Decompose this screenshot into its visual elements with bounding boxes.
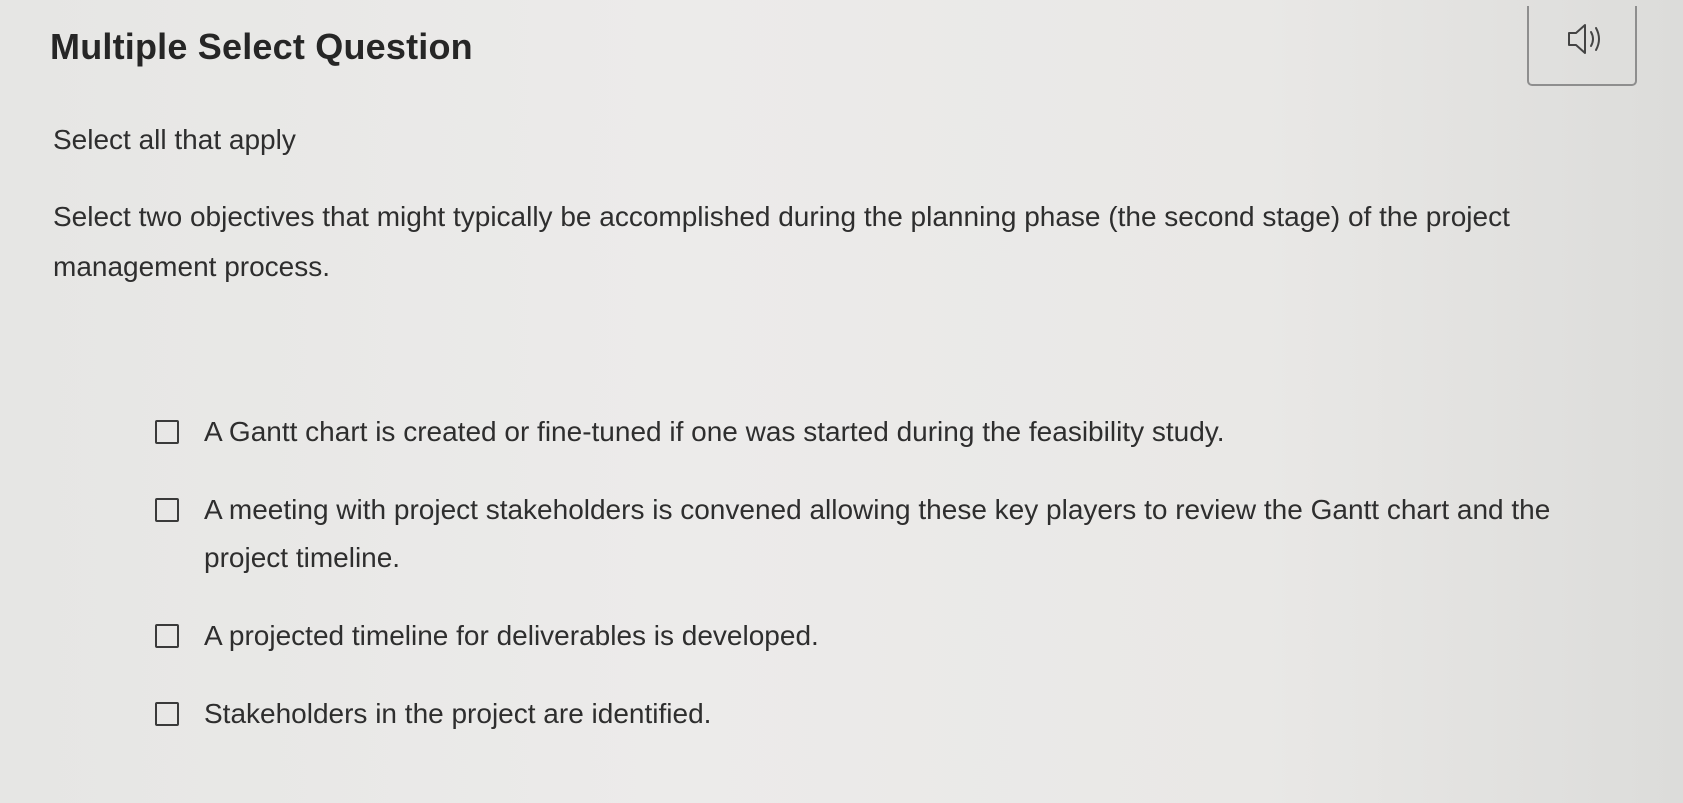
read-aloud-button[interactable]	[1527, 6, 1637, 86]
answer-option-label[interactable]: A Gantt chart is created or fine-tuned i…	[204, 408, 1224, 456]
answer-option-label[interactable]: Stakeholders in the project are identifi…	[204, 690, 711, 738]
answer-checkbox[interactable]	[155, 420, 179, 444]
answer-option[interactable]: A meeting with project stakeholders is c…	[155, 486, 1595, 582]
answer-option[interactable]: Stakeholders in the project are identifi…	[155, 690, 1595, 738]
answer-checkbox[interactable]	[155, 624, 179, 648]
answer-option-label[interactable]: A projected timeline for deliverables is…	[204, 612, 819, 660]
answer-options: A Gantt chart is created or fine-tuned i…	[155, 408, 1595, 738]
speaker-icon	[1568, 24, 1600, 54]
question-type-heading: Multiple Select Question	[50, 26, 473, 67]
answer-checkbox[interactable]	[155, 498, 179, 522]
question-prompt: Select two objectives that might typical…	[53, 201, 1510, 282]
question-instructions: Select all that apply	[53, 124, 296, 155]
answer-option[interactable]: A Gantt chart is created or fine-tuned i…	[155, 408, 1595, 456]
question-page: Multiple Select Question Select all that…	[0, 0, 1683, 803]
answer-option[interactable]: A projected timeline for deliverables is…	[155, 612, 1595, 660]
answer-checkbox[interactable]	[155, 702, 179, 726]
answer-option-label[interactable]: A meeting with project stakeholders is c…	[204, 486, 1595, 582]
